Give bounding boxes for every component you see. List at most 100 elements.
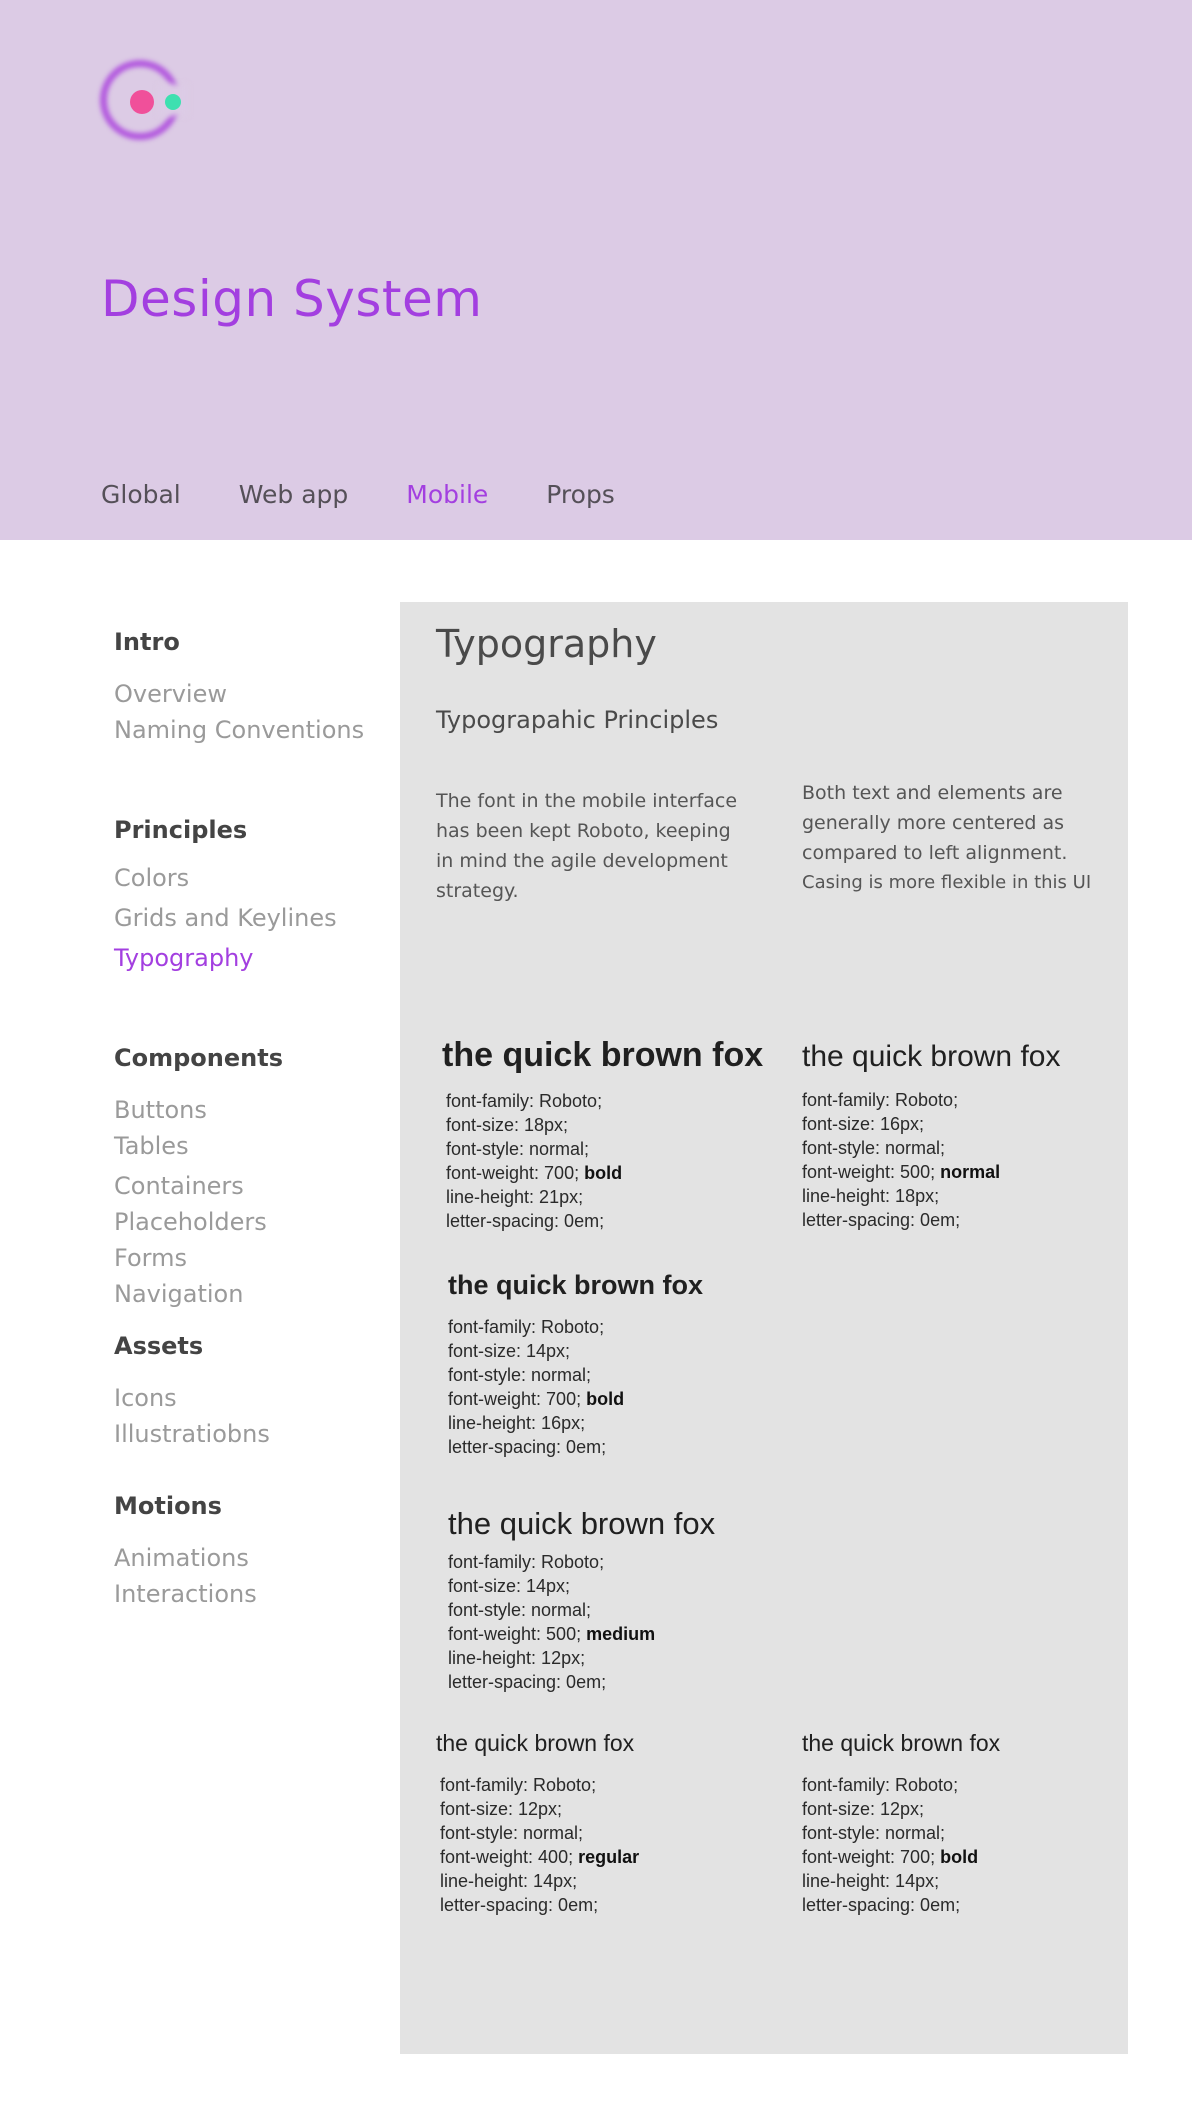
sample-text: the quick brown fox <box>448 1506 716 1541</box>
spec-line: font-family: Roboto; <box>448 1552 605 1572</box>
sidebar-item-overview[interactable]: Overview <box>114 680 227 708</box>
spec-line: letter-spacing: 0em; <box>446 1211 605 1231</box>
spec-line: line-height: 14px; <box>802 1871 940 1891</box>
spec-line: font-size: 14px; <box>448 1341 571 1361</box>
type-sample-2: the quick brown fox font-family: Roboto;… <box>802 1040 1060 1232</box>
tab-web-app[interactable]: Web app <box>239 480 349 509</box>
spec-line: letter-spacing: 0em; <box>448 1672 607 1692</box>
sidebar-item-buttons[interactable]: Buttons <box>114 1096 207 1124</box>
sidebar-item-grids-and-keylines[interactable]: Grids and Keylines <box>114 904 337 932</box>
sidebar-heading-components: Components <box>114 1044 283 1072</box>
type-sample-6: the quick brown fox font-family: Roboto;… <box>802 1730 1000 1917</box>
spec-line: font-weight: 500; medium <box>448 1622 715 1646</box>
description-left-line: in mind the agile development <box>436 850 728 872</box>
sidebar-heading-intro: Intro <box>114 628 180 656</box>
type-sample-5: the quick brown fox font-family: Roboto;… <box>436 1730 639 1917</box>
sample-spec: font-family: Roboto; font-size: 14px; fo… <box>448 1550 715 1694</box>
spec-line: font-style: normal; <box>448 1365 592 1385</box>
spec-line: font-size: 12px; <box>440 1799 563 1819</box>
spec-line: letter-spacing: 0em; <box>802 1210 961 1230</box>
sidebar-heading-principles: Principles <box>114 816 248 844</box>
spec-line: line-height: 18px; <box>802 1186 940 1206</box>
logo-green-dot <box>165 94 181 110</box>
sample-text: the quick brown fox <box>436 1730 635 1756</box>
sample-spec: font-family: Roboto; font-size: 14px; fo… <box>448 1315 703 1459</box>
sidebar-item-placeholders[interactable]: Placeholders <box>114 1208 267 1236</box>
description-right-line: generally more centered as <box>802 812 1065 834</box>
typography-panel: Typography Typograpahic Principles The f… <box>400 602 1128 2054</box>
spec-line: font-style: normal; <box>802 1138 946 1158</box>
tab-mobile[interactable]: Mobile <box>406 480 488 509</box>
spec-weight: font-weight: 700; <box>448 1389 582 1409</box>
spec-line: font-weight: 500; normal <box>802 1160 1060 1184</box>
sidebar-item-naming-conventions[interactable]: Naming Conventions <box>114 716 364 744</box>
spec-weight-name: bold <box>584 1163 623 1183</box>
spec-weight-name: medium <box>586 1624 656 1644</box>
spec-line: font-family: Roboto; <box>446 1091 603 1111</box>
spec-line: font-weight: 700; bold <box>448 1387 703 1411</box>
sample-spec: font-family: Roboto; font-size: 16px; fo… <box>802 1088 1060 1232</box>
sample-spec: font-family: Roboto; font-size: 18px; fo… <box>446 1089 763 1233</box>
tab-props[interactable]: Props <box>546 480 615 509</box>
sidebar-item-typography[interactable]: Typography <box>114 944 254 972</box>
description-left: The font in the mobile interface has bee… <box>436 786 766 906</box>
sidebar-item-forms[interactable]: Forms <box>114 1244 187 1272</box>
site-title: Design System <box>101 270 483 328</box>
spec-weight: font-weight: 500; <box>448 1624 582 1644</box>
spec-line: font-family: Roboto; <box>448 1317 605 1337</box>
page-title: Typography <box>436 622 657 666</box>
header: Design System Global Web app Mobile Prop… <box>0 0 1192 540</box>
sample-spec: font-family: Roboto; font-size: 12px; fo… <box>440 1773 639 1917</box>
sample-text: the quick brown fox <box>802 1040 1061 1073</box>
top-nav: Global Web app Mobile Props <box>101 480 673 509</box>
sidebar-item-animations[interactable]: Animations <box>114 1544 249 1572</box>
spec-line: font-weight: 700; bold <box>446 1161 763 1185</box>
sample-text: the quick brown fox <box>448 1270 704 1300</box>
spec-line: letter-spacing: 0em; <box>802 1895 961 1915</box>
sidebar-item-tables[interactable]: Tables <box>114 1132 189 1160</box>
spec-line: font-style: normal; <box>448 1600 592 1620</box>
spec-line: font-style: normal; <box>446 1139 590 1159</box>
description-right-line: compared to left alignment. <box>802 842 1068 864</box>
spec-line: font-family: Roboto; <box>802 1090 959 1110</box>
logo-pink-dot <box>130 90 154 114</box>
spec-line: line-height: 12px; <box>448 1648 586 1668</box>
tab-global[interactable]: Global <box>101 480 181 509</box>
description-right-line: Both text and elements are <box>802 782 1063 804</box>
sidebar-item-icons[interactable]: Icons <box>114 1384 177 1412</box>
type-sample-4: the quick brown fox font-family: Roboto;… <box>448 1506 715 1694</box>
spec-line: letter-spacing: 0em; <box>448 1437 607 1457</box>
sidebar-item-interactions[interactable]: Interactions <box>114 1580 257 1608</box>
spec-line: line-height: 14px; <box>440 1871 578 1891</box>
spec-line: font-family: Roboto; <box>440 1775 597 1795</box>
description-left-line: strategy. <box>436 880 519 902</box>
sidebar-item-colors[interactable]: Colors <box>114 864 189 892</box>
spec-weight: font-weight: 700; <box>446 1163 580 1183</box>
spec-line: font-style: normal; <box>802 1823 946 1843</box>
sidebar-heading-assets: Assets <box>114 1332 204 1360</box>
spec-line: letter-spacing: 0em; <box>440 1895 599 1915</box>
spec-line: line-height: 16px; <box>448 1413 586 1433</box>
spec-line: font-family: Roboto; <box>802 1775 959 1795</box>
spec-line: font-weight: 400; regular <box>440 1845 639 1869</box>
sidebar-item-illustrations[interactable]: Illustratiobns <box>114 1420 270 1448</box>
spec-weight: font-weight: 400; <box>440 1847 574 1867</box>
spec-line: font-style: normal; <box>440 1823 584 1843</box>
sidebar-item-navigation[interactable]: Navigation <box>114 1280 243 1308</box>
spec-line: font-size: 12px; <box>802 1799 925 1819</box>
spec-line: font-size: 16px; <box>802 1114 925 1134</box>
description-left-line: The font in the mobile interface <box>436 790 738 812</box>
spec-line: font-weight: 700; bold <box>802 1845 1000 1869</box>
sidebar-item-containers[interactable]: Containers <box>114 1172 244 1200</box>
spec-weight-name: regular <box>578 1847 640 1867</box>
sample-text: the quick brown fox <box>802 1730 1001 1756</box>
logo[interactable] <box>100 60 188 140</box>
sidebar-heading-motions: Motions <box>114 1492 222 1520</box>
type-sample-1: the quick brown fox font-family: Roboto;… <box>442 1036 763 1233</box>
spec-weight-name: bold <box>586 1389 625 1409</box>
spec-line: font-size: 14px; <box>448 1576 571 1596</box>
section-subtitle: Typograpahic Principles <box>436 706 719 734</box>
sample-spec: font-family: Roboto; font-size: 12px; fo… <box>802 1773 1000 1917</box>
description-right-line: Casing is more flexible in this UI <box>802 872 1092 893</box>
description-left-line: has been kept Roboto, keeping <box>436 820 731 842</box>
